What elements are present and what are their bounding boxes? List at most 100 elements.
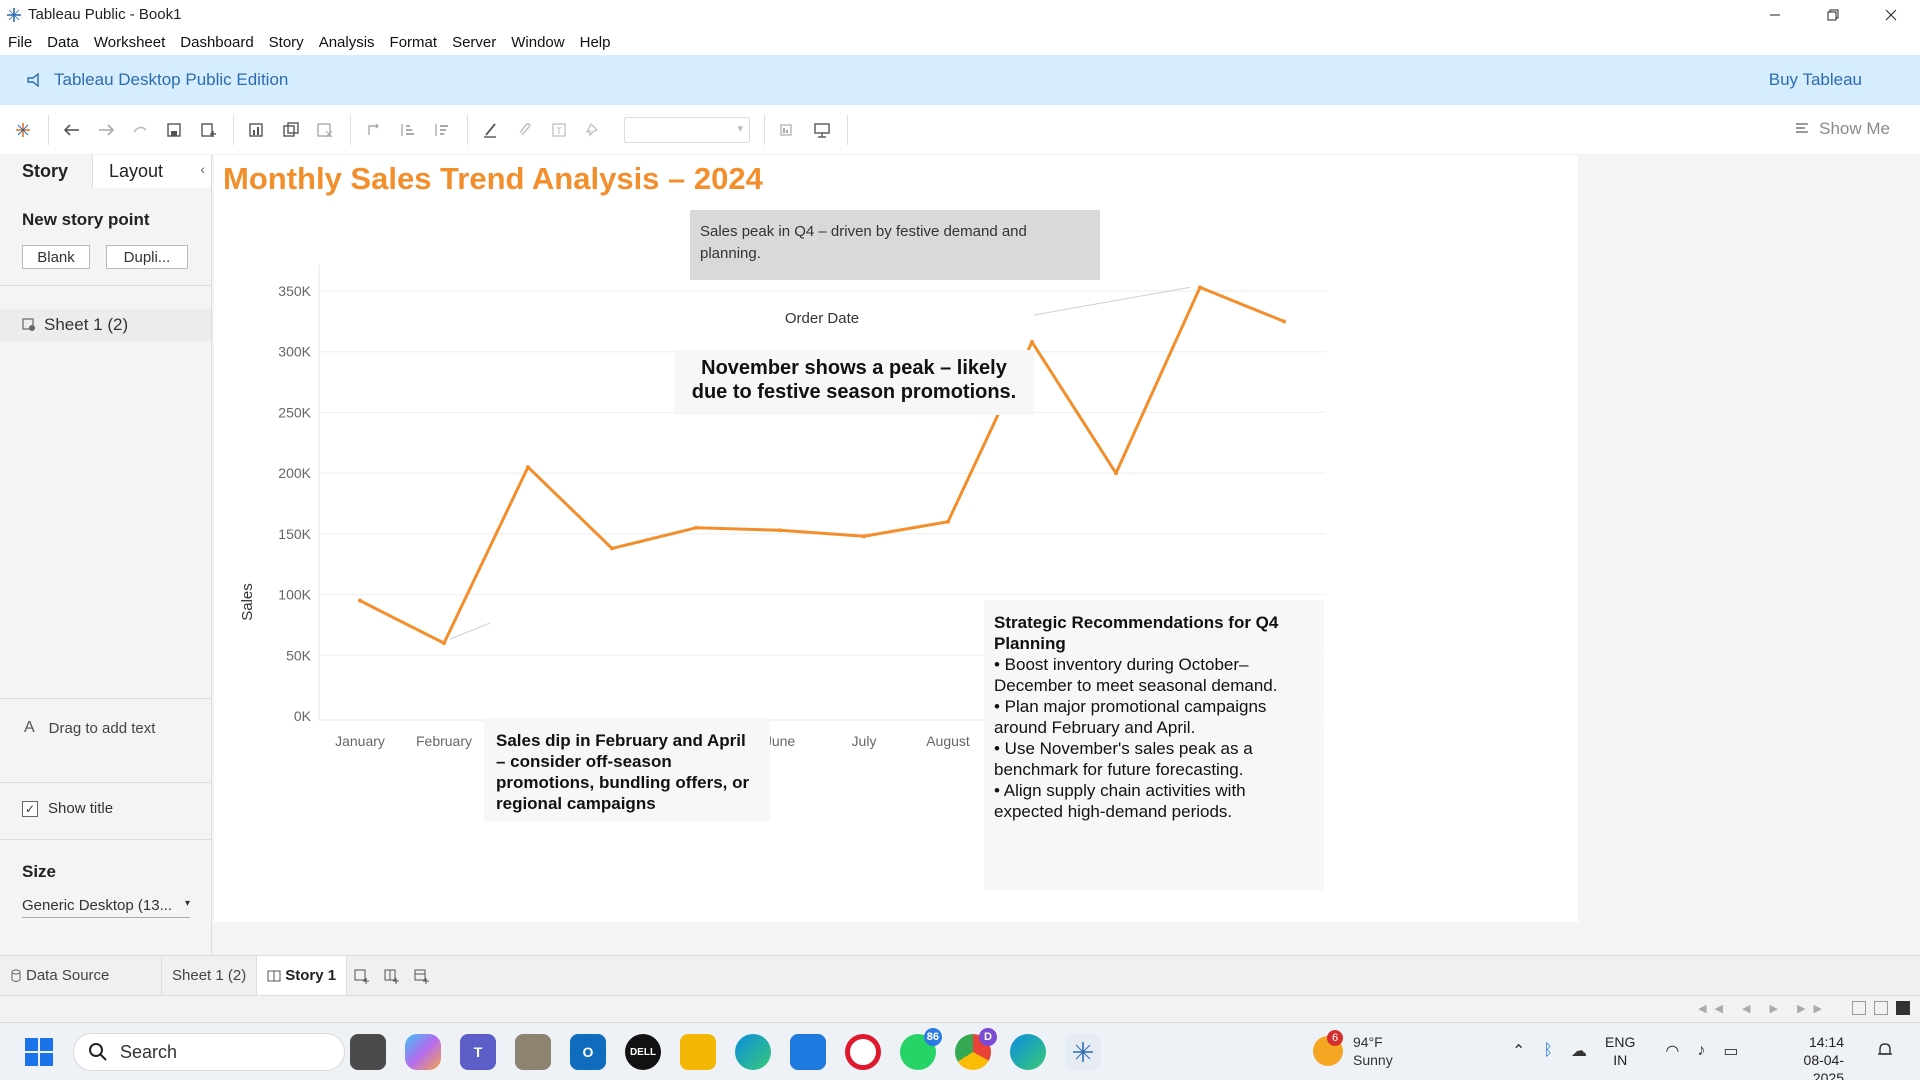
duplicate-icon bbox=[283, 121, 299, 137]
taskbar-clock[interactable]: 14:14 08-04-2025 bbox=[1776, 1033, 1844, 1080]
blank-story-point-button[interactable]: Blank bbox=[22, 245, 90, 269]
highlight-button[interactable] bbox=[480, 119, 502, 141]
annotation-connector bbox=[449, 622, 491, 640]
recommendations-annotation[interactable]: Strategic Recommendations for Q4 Plannin… bbox=[984, 600, 1324, 890]
presentation-mode-button[interactable] bbox=[811, 119, 833, 141]
data-point bbox=[1282, 319, 1286, 324]
tab-story[interactable]: Story bbox=[0, 155, 92, 188]
show-cards-button[interactable] bbox=[777, 119, 799, 141]
story-side-panel: Story Layout ‹ New story point Blank Dup… bbox=[0, 155, 212, 955]
menu-dashboard[interactable]: Dashboard bbox=[180, 34, 253, 51]
taskbar-search[interactable]: Search bbox=[73, 1033, 345, 1071]
bluetooth-icon[interactable]: ᛒ bbox=[1543, 1042, 1553, 1060]
cards-icon bbox=[780, 123, 792, 136]
undo-button[interactable] bbox=[61, 119, 83, 141]
file-explorer-icon[interactable] bbox=[680, 1034, 716, 1070]
tab-sheet1[interactable]: Sheet 1 (2) bbox=[162, 955, 258, 996]
show-labels-button[interactable]: T bbox=[548, 119, 570, 141]
buy-tableau-link[interactable]: Buy Tableau bbox=[1769, 70, 1862, 90]
swap-rows-columns-button[interactable] bbox=[363, 119, 385, 141]
menu-server[interactable]: Server bbox=[452, 34, 496, 51]
replay-button[interactable] bbox=[129, 119, 151, 141]
tableau-home-button[interactable] bbox=[12, 119, 34, 141]
clock-date: 08-04-2025 bbox=[1803, 1052, 1844, 1080]
menu-worksheet[interactable]: Worksheet bbox=[94, 34, 165, 51]
cloud-offline-icon[interactable]: ☁ bbox=[1571, 1041, 1587, 1061]
new-dashboard-tab-button[interactable] bbox=[377, 956, 407, 996]
menu-data[interactable]: Data bbox=[47, 34, 79, 51]
minimize-button[interactable] bbox=[1746, 0, 1804, 29]
tableau-logo-icon bbox=[1073, 1042, 1093, 1062]
fix-axes-button[interactable] bbox=[582, 119, 604, 141]
teams-icon[interactable]: T bbox=[460, 1034, 496, 1070]
start-button[interactable] bbox=[24, 1037, 54, 1071]
filmstrip-icon[interactable] bbox=[1874, 1001, 1888, 1015]
opera-icon[interactable] bbox=[845, 1034, 881, 1070]
menu-story[interactable]: Story bbox=[269, 34, 304, 51]
taskbar-apps: T O DELL 86 D bbox=[350, 1028, 1120, 1070]
weather-widget[interactable]: 6 94°F Sunny bbox=[1313, 1030, 1393, 1069]
redo-button[interactable] bbox=[95, 119, 117, 141]
x-axis-title: Order Date bbox=[785, 310, 859, 327]
sort-descending-button[interactable] bbox=[431, 119, 453, 141]
wifi-icon[interactable]: ◠ bbox=[1665, 1041, 1679, 1061]
november-annotation[interactable]: November shows a peak – likely due to fe… bbox=[674, 350, 1034, 415]
show-title-checkbox[interactable]: ✓ bbox=[22, 800, 38, 817]
store-icon[interactable] bbox=[790, 1034, 826, 1070]
copilot-icon[interactable] bbox=[405, 1034, 441, 1070]
group-members-button[interactable] bbox=[514, 119, 536, 141]
sort-ascending-button[interactable] bbox=[397, 119, 419, 141]
data-source-tab[interactable]: Data Source bbox=[0, 955, 162, 996]
feb-april-annotation[interactable]: Sales dip in February and April – consid… bbox=[484, 718, 770, 821]
data-point bbox=[862, 534, 866, 539]
battery-icon[interactable]: ▭ bbox=[1723, 1041, 1738, 1061]
menu-window[interactable]: Window bbox=[511, 34, 564, 51]
tabs-view-icon[interactable] bbox=[1896, 1001, 1910, 1015]
whatsapp-icon[interactable]: 86 bbox=[900, 1028, 942, 1070]
size-dropdown[interactable]: Generic Desktop (13... ▾ bbox=[22, 897, 190, 918]
chrome-icon[interactable]: D bbox=[955, 1028, 997, 1070]
new-worksheet-button[interactable] bbox=[246, 119, 268, 141]
minimize-icon bbox=[1770, 14, 1780, 15]
edge-beta-icon[interactable] bbox=[1010, 1034, 1046, 1070]
dell-icon[interactable]: DELL bbox=[625, 1034, 661, 1070]
tab-layout[interactable]: Layout bbox=[92, 155, 210, 188]
show-title-toggle[interactable]: ✓ Show title bbox=[22, 800, 113, 817]
menu-file[interactable]: File bbox=[8, 34, 32, 51]
restore-button[interactable] bbox=[1804, 0, 1862, 29]
task-view-icon[interactable] bbox=[350, 1034, 386, 1070]
new-worksheet-tab-button[interactable] bbox=[347, 956, 377, 996]
chevron-up-icon[interactable]: ⌃ bbox=[1512, 1041, 1525, 1061]
tab-story1[interactable]: Story 1 bbox=[257, 955, 348, 996]
collapse-panel-icon[interactable]: ‹ bbox=[200, 161, 205, 177]
sort-descending-icon bbox=[435, 123, 448, 136]
show-me-button[interactable]: Show Me bbox=[1795, 119, 1890, 139]
volume-icon[interactable]: ♪ bbox=[1697, 1042, 1705, 1060]
menu-analysis[interactable]: Analysis bbox=[319, 34, 375, 51]
clear-sheet-button[interactable] bbox=[314, 119, 336, 141]
fit-dropdown[interactable] bbox=[624, 116, 750, 143]
language-indicator[interactable]: ENG IN bbox=[1605, 1033, 1635, 1069]
app-tile-icon[interactable] bbox=[515, 1034, 551, 1070]
new-story-tab-button[interactable] bbox=[407, 956, 437, 996]
notification-bell-icon[interactable] bbox=[1876, 1041, 1894, 1063]
text-object-icon: A bbox=[24, 719, 35, 736]
sheet-navigation[interactable]: ◀◀ ◀ ▶ ▶▶ bbox=[1698, 1002, 1830, 1015]
sheet-item-sheet1[interactable]: Sheet 1 (2) bbox=[0, 309, 211, 341]
x-tick-label: January bbox=[335, 733, 385, 749]
menu-help[interactable]: Help bbox=[580, 34, 611, 51]
duplicate-story-point-button[interactable]: Dupli... bbox=[106, 245, 188, 269]
data-point bbox=[358, 598, 362, 603]
drag-to-add-text[interactable]: A Drag to add text bbox=[24, 719, 155, 737]
outlook-icon[interactable]: O bbox=[570, 1034, 606, 1070]
menu-format[interactable]: Format bbox=[390, 34, 438, 51]
windows-taskbar: Search T O DELL 86 D 6 94°F Sunny ⌃ ᛒ ☁ … bbox=[0, 1022, 1920, 1080]
tableau-taskbar-icon[interactable] bbox=[1065, 1034, 1101, 1070]
save-button[interactable] bbox=[163, 119, 185, 141]
edge-icon[interactable] bbox=[735, 1034, 771, 1070]
close-button[interactable] bbox=[1862, 0, 1920, 29]
new-data-source-button[interactable] bbox=[197, 119, 219, 141]
sheet-sorter-icon[interactable] bbox=[1852, 1001, 1866, 1015]
restore-icon bbox=[1827, 9, 1839, 20]
duplicate-sheet-button[interactable] bbox=[280, 119, 302, 141]
